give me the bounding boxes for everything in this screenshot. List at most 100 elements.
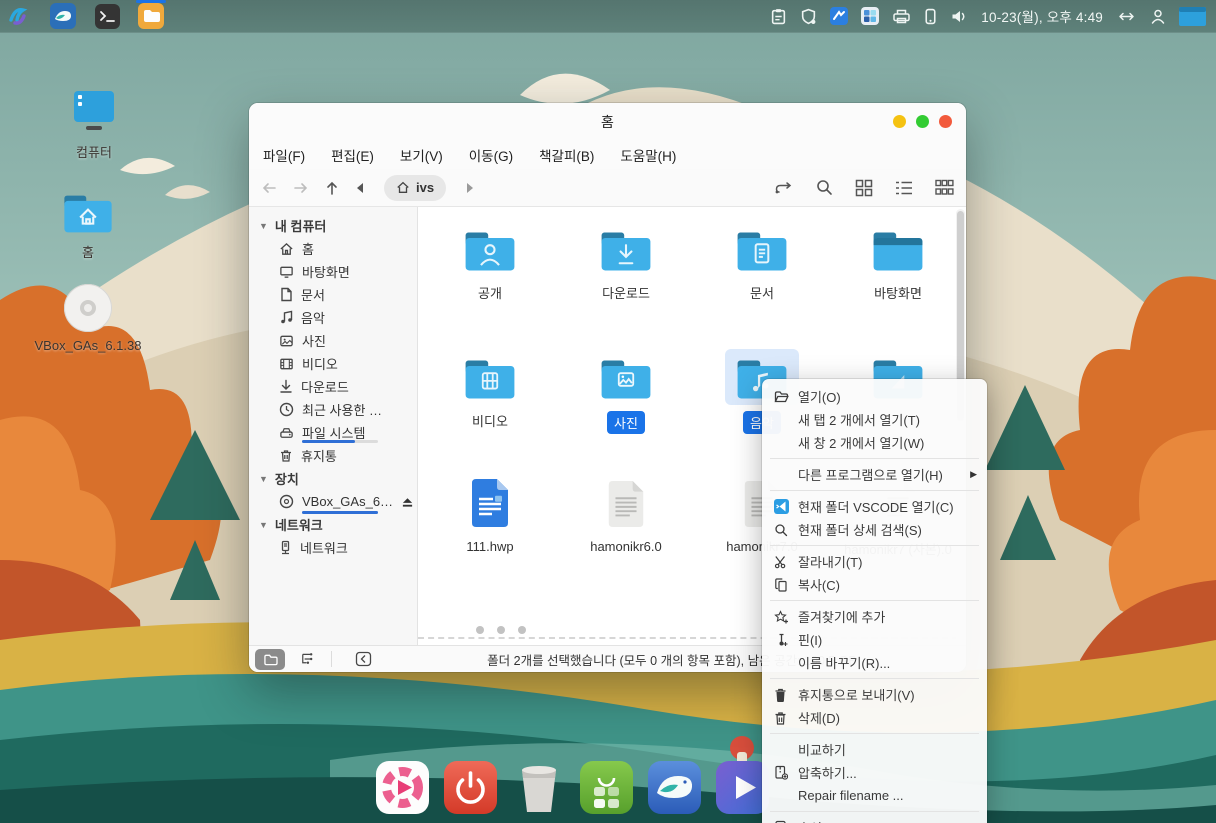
close-button[interactable] <box>939 115 952 128</box>
menu-item-copy[interactable]: 복사(C) <box>762 573 987 596</box>
menu-item-open-with[interactable]: 다른 프로그램으로 열기(H) ▶ <box>762 463 987 486</box>
menu-file[interactable]: 파일(F) <box>263 145 305 165</box>
dock-trash[interactable] <box>512 761 565 814</box>
sidebar-item-videos[interactable]: 비디오 <box>249 352 417 375</box>
desktop-icon-vbox-cd[interactable]: VBox_GAs_6.1.38 <box>0 282 176 353</box>
removable-device-icon[interactable] <box>924 8 937 25</box>
dock-whale-browser[interactable] <box>648 761 701 814</box>
file-item-documents[interactable]: 문서 <box>702 221 822 302</box>
search-icon[interactable] <box>816 179 833 196</box>
sidebar-item-vbox-disc[interactable]: VBox_GAs_6… <box>249 490 417 513</box>
sidebar-section-computer[interactable]: ▼ 내 컴퓨터 <box>249 214 417 237</box>
desktop-icon-home[interactable]: 홈 <box>0 190 176 261</box>
back-button[interactable] <box>261 181 277 195</box>
clock[interactable]: 10-23(월), 오후 4:49 <box>981 6 1103 26</box>
menu-item-rename[interactable]: 이름 바꾸기(R)... <box>762 651 987 674</box>
treeview-toggle-button[interactable] <box>291 649 321 670</box>
cut-icon <box>774 555 798 569</box>
printer-icon[interactable] <box>892 8 911 25</box>
volume-icon[interactable] <box>950 8 968 25</box>
minimize-button[interactable] <box>893 115 906 128</box>
menu-item-properties[interactable]: 속성(P) <box>762 816 987 823</box>
collapse-triangle-icon: ▼ <box>259 221 268 231</box>
menu-bookmarks[interactable]: 책갈피(B) <box>539 145 594 165</box>
toggle-location-bar-icon[interactable] <box>774 180 794 196</box>
menu-item-open[interactable]: 열기(O) <box>762 385 987 408</box>
sidebar-item-trash[interactable]: 휴지통 <box>249 444 417 467</box>
sidebar-item-filesystem[interactable]: 파일 시스템 <box>249 421 417 444</box>
workspace-icon[interactable] <box>1179 7 1206 26</box>
folder-icon <box>263 653 278 666</box>
sidebar-item-music[interactable]: 음악 <box>249 306 417 329</box>
forward-button[interactable] <box>293 181 309 195</box>
file-item-pictures[interactable]: 사진 <box>566 349 686 434</box>
maximize-button[interactable] <box>916 115 929 128</box>
file-name: 비디오 <box>472 411 508 430</box>
menu-item-compare[interactable]: 비교하기 <box>762 738 987 761</box>
ime-korean-icon[interactable] <box>830 7 848 25</box>
file-item-videos[interactable]: 비디오 <box>430 349 550 430</box>
menu-item-move-to-trash[interactable]: 휴지통으로 보내기(V) <box>762 683 987 706</box>
sidebar-item-pictures[interactable]: 사진 <box>249 329 417 352</box>
breadcrumb[interactable]: ivs <box>384 175 446 201</box>
sidebar-item-home[interactable]: 홈 <box>249 237 417 260</box>
menu-item-cut[interactable]: 잘라내기(T) <box>762 550 987 573</box>
screenshot-app-icon[interactable] <box>861 7 879 25</box>
resize-arrows-icon[interactable] <box>1116 9 1137 24</box>
list-view-button[interactable] <box>895 180 913 196</box>
collapse-sidebar-button[interactable] <box>348 649 378 670</box>
menu-go[interactable]: 이동(G) <box>469 145 513 165</box>
menu-item-search-folder[interactable]: 현재 폴더 상세 검색(S) <box>762 518 987 541</box>
sidebar-item-desktop[interactable]: 바탕화면 <box>249 260 417 283</box>
dock-media-suite[interactable] <box>376 761 429 814</box>
file-item-public[interactable]: 공개 <box>430 221 550 302</box>
sidebar-item-network[interactable]: 네트워크 <box>249 536 417 559</box>
menu-item-pin[interactable]: 핀(I) <box>762 628 987 651</box>
file-item-desktop[interactable]: 바탕화면 <box>838 221 958 302</box>
menu-help[interactable]: 도움말(H) <box>620 145 676 165</box>
section-label: 장치 <box>275 469 299 488</box>
breadcrumb-left-arrow[interactable] <box>355 182 364 194</box>
disk-usage-bar <box>302 511 378 514</box>
file-name: 바탕화면 <box>874 283 922 302</box>
sidebar-section-network[interactable]: ▼ 네트워크 <box>249 513 417 536</box>
menu-separator <box>762 541 987 550</box>
menu-separator <box>762 729 987 738</box>
menu-item-open-new-tabs[interactable]: 새 탭 2 개에서 열기(T) <box>762 408 987 431</box>
sidebar-item-documents[interactable]: 문서 <box>249 283 417 306</box>
icon-view-button[interactable] <box>855 179 873 197</box>
up-button[interactable] <box>325 180 339 196</box>
places-toggle-button[interactable] <box>255 649 285 670</box>
file-name: hamonikr6.0 <box>590 539 662 554</box>
menu-item-open-vscode[interactable]: 현재 폴더 VSCODE 열기(C) <box>762 495 987 518</box>
sidebar-item-recent[interactable]: 최근 사용한 … <box>249 398 417 421</box>
desktop-icon-computer[interactable]: 컴퓨터 <box>6 88 182 161</box>
menu-view[interactable]: 보기(V) <box>400 145 443 165</box>
menu-item-delete[interactable]: 삭제(D) <box>762 706 987 729</box>
menu-item-open-new-windows[interactable]: 새 창 2 개에서 열기(W) <box>762 431 987 454</box>
clipboard-icon[interactable] <box>770 8 787 25</box>
dock-power[interactable] <box>444 761 497 814</box>
breadcrumb-right-arrow[interactable] <box>466 182 475 194</box>
files-app-button[interactable] <box>138 3 164 29</box>
sidebar-item-downloads[interactable]: 다운로드 <box>249 375 417 398</box>
compact-view-button[interactable] <box>935 179 954 196</box>
user-icon[interactable] <box>1150 8 1166 25</box>
sidebar-section-devices[interactable]: ▼ 장치 <box>249 467 417 490</box>
menu-separator <box>762 454 987 463</box>
shield-icon[interactable] <box>800 8 817 25</box>
file-item-111hwp[interactable]: 111.hwp <box>430 471 550 554</box>
file-item-downloads[interactable]: 다운로드 <box>566 221 686 302</box>
menu-edit[interactable]: 편집(E) <box>331 145 374 165</box>
context-menu: 열기(O) 새 탭 2 개에서 열기(T) 새 창 2 개에서 열기(W) 다른… <box>762 379 987 823</box>
menu-item-compress[interactable]: 압축하기... <box>762 761 987 784</box>
hamonikr-menu-button[interactable] <box>6 3 32 29</box>
dock-software-center[interactable] <box>580 761 633 814</box>
menu-item-add-favorite[interactable]: 즐겨찾기에 추가 <box>762 605 987 628</box>
whale-app-button[interactable] <box>50 3 76 29</box>
terminal-app-button[interactable] <box>94 3 120 29</box>
menu-item-repair-filename[interactable]: Repair filename ... <box>762 784 987 807</box>
eject-icon[interactable] <box>401 496 414 508</box>
file-item-hamonikr6[interactable]: hamonikr6.0 <box>566 471 686 554</box>
window-titlebar[interactable]: 홈 <box>249 103 966 141</box>
